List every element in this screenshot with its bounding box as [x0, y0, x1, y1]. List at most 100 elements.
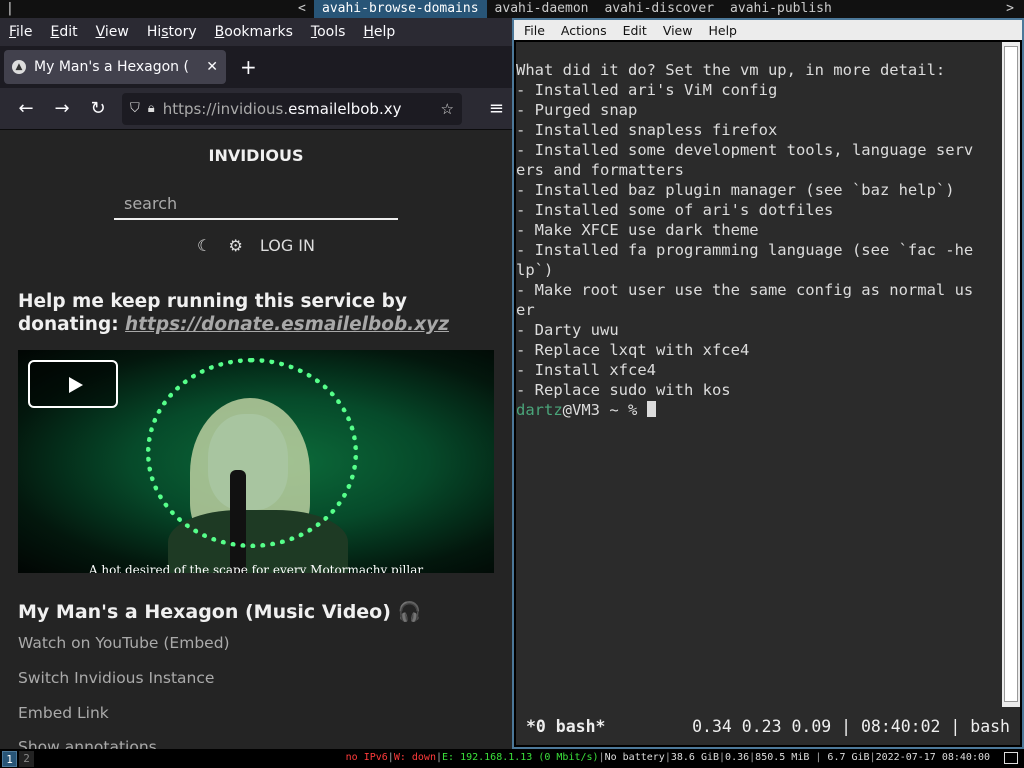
window-tab-avahi-publish[interactable]: avahi-publish [722, 0, 840, 18]
menu-edit[interactable]: Edit [50, 24, 77, 40]
terminal-scrollbar[interactable] [1002, 42, 1020, 707]
tabs-scroll-left-button[interactable]: < [298, 1, 306, 16]
terminal-line: - Darty uwu [516, 321, 619, 339]
terminal-line: - Installed baz plugin manager (see `baz… [516, 181, 955, 199]
workspace-2-button[interactable]: 2 [19, 750, 34, 767]
terminal-line: - Install xfce4 [516, 361, 656, 379]
tabs-scroll-right-button[interactable]: > [1006, 1, 1014, 16]
video-title: My Man's a Hexagon (Music Video) 🎧 [18, 601, 422, 623]
tmux-status-right: 0.34 0.23 0.09 | 08:40:02 | bash [692, 716, 1010, 736]
terminal-line: er [516, 301, 535, 319]
terminal-line: What did it do? Set the vm up, in more d… [516, 61, 946, 79]
hamburger-icon[interactable]: ≡ [489, 98, 504, 119]
gear-icon[interactable]: ⚙ [228, 236, 242, 255]
terminal-menu-help[interactable]: Help [708, 23, 737, 38]
menu-history[interactable]: History [147, 24, 197, 40]
video-caption: A hot desired of the scape for every Mot… [88, 563, 424, 573]
ipv6-status: no IPv6 [345, 752, 388, 763]
firefox-window: File Edit View History Bookmarks Tools H… [0, 18, 512, 749]
invidious-toolbar: ☾ ⚙ LOG IN [0, 236, 512, 255]
invidious-page: INVIDIOUS ☾ ⚙ LOG IN Help me keep runnin… [0, 130, 512, 749]
close-tab-icon[interactable]: ✕ [206, 59, 218, 75]
terminal-line: - Installed some development tools, lang… [516, 141, 974, 159]
new-tab-button[interactable]: + [240, 55, 257, 79]
invidious-logo[interactable]: INVIDIOUS [0, 146, 512, 165]
menu-file[interactable]: File [9, 24, 32, 40]
memory-total: 6.7 GiB [827, 752, 870, 763]
prompt-host: @VM3 ~ % [562, 401, 647, 419]
terminal-menu-file[interactable]: File [524, 23, 545, 38]
bottom-status-bar: 1 2 no IPv6|W: down|E: 192.168.1.13 (0 M… [0, 749, 1024, 768]
embed-link-item[interactable]: Embed Link [18, 704, 109, 722]
scrollbar-thumb[interactable] [1004, 46, 1018, 702]
donate-link[interactable]: https://donate.esmailelbob.xyz [125, 314, 449, 335]
top-bar: | < avahi-browse-domains avahi-daemon av… [0, 0, 1024, 18]
terminal-line: - Replace sudo with kos [516, 381, 731, 399]
url-text[interactable]: https://invidious.esmailelbob.xy [163, 100, 402, 118]
terminal-menu-actions[interactable]: Actions [561, 23, 607, 38]
terminal-line: - Installed snapless firefox [516, 121, 778, 139]
datetime-status: 2022-07-17 08:40:00 [875, 752, 990, 763]
moon-icon[interactable]: ☾ [197, 236, 211, 255]
menu-tools[interactable]: Tools [311, 24, 346, 40]
terminal-line: ers and formatters [516, 161, 684, 179]
firefox-tabbar: ▲ My Man's a Hexagon ( ✕ + [0, 46, 512, 88]
terminal-line: - Replace lxqt with xfce4 [516, 341, 750, 359]
workspace-1-button[interactable]: 1 [2, 750, 17, 767]
watch-on-youtube-link[interactable]: Watch on YouTube ( [18, 634, 169, 652]
video-player[interactable]: A hot desired of the scape for every Mot… [18, 350, 494, 573]
invidious-favicon-icon: ▲ [12, 60, 26, 74]
system-status-line: no IPv6|W: down|E: 192.168.1.13 (0 Mbit/… [345, 752, 990, 763]
tray-window-icon[interactable] [1004, 752, 1018, 764]
video-frame-light-ring [146, 358, 358, 548]
donate-banner: Help me keep running this service by don… [18, 291, 449, 335]
star-icon[interactable]: ☆ [441, 100, 454, 118]
play-button[interactable] [28, 360, 118, 408]
search-input[interactable] [114, 188, 398, 220]
firefox-navbar: ← → ↻ ⛉ 🔒︎ https://invidious.esmailelbob… [0, 88, 512, 130]
login-link[interactable]: LOG IN [260, 236, 315, 255]
window-tab-avahi-browse-domains[interactable]: avahi-browse-domains [314, 0, 487, 18]
browser-tab[interactable]: ▲ My Man's a Hexagon ( ✕ [4, 50, 226, 84]
terminal-line: - Installed ari's ViM config [516, 81, 778, 99]
shield-icon[interactable]: ⛉ [130, 101, 140, 116]
menu-view[interactable]: View [96, 24, 129, 40]
watch-on-youtube-row: Watch on YouTube (Embed) [18, 634, 230, 652]
window-tab-avahi-daemon[interactable]: avahi-daemon [487, 0, 597, 18]
arrow-right-icon[interactable]: → [44, 98, 80, 119]
terminal-menu-view[interactable]: View [663, 23, 693, 38]
headphones-icon: 🎧 [397, 601, 422, 623]
text-cursor-mark: | [6, 1, 14, 16]
window-tab-avahi-discover[interactable]: avahi-discover [596, 0, 722, 18]
reload-icon[interactable]: ↻ [80, 98, 116, 119]
terminal-line: - Make XFCE use dark theme [516, 221, 759, 239]
arrow-left-icon[interactable]: ← [8, 98, 44, 119]
terminal-line: lp`) [516, 261, 554, 279]
terminal-window: File Actions Edit View Help What did it … [512, 18, 1024, 749]
lock-icon[interactable]: 🔒︎ [148, 101, 155, 116]
disk-status: 38.6 GiB [670, 752, 720, 763]
terminal-menubar: File Actions Edit View Help [514, 20, 1022, 40]
terminal-line: - Installed some of ari's dotfiles [516, 201, 834, 219]
menu-bookmarks[interactable]: Bookmarks [215, 24, 293, 40]
terminal-prompt-line[interactable]: dartz@VM3 ~ % [516, 400, 1004, 420]
ethernet-status: E: 192.168.1.13 (0 Mbit/s) [442, 752, 599, 763]
menu-help[interactable]: Help [363, 24, 395, 40]
embed-link[interactable]: Embed [169, 634, 223, 652]
browser-tab-title: My Man's a Hexagon ( [34, 59, 189, 75]
battery-status: No battery [604, 752, 665, 763]
prompt-user: dartz [516, 401, 563, 419]
load-status: 0.36 [725, 752, 750, 763]
terminal-output[interactable]: What did it do? Set the vm up, in more d… [516, 42, 1004, 707]
terminal-menu-edit[interactable]: Edit [623, 23, 647, 38]
memory-used: 850.5 MiB [755, 752, 810, 763]
terminal-cursor [646, 401, 656, 417]
firefox-menubar: File Edit View History Bookmarks Tools H… [0, 18, 512, 46]
play-icon [69, 377, 83, 393]
switch-instance-link[interactable]: Switch Invidious Instance [18, 669, 214, 687]
window-tabs: avahi-browse-domains avahi-daemon avahi-… [314, 0, 840, 18]
show-annotations-link[interactable]: Show annotations [18, 738, 157, 749]
tmux-window-label[interactable]: *0 bash* [526, 717, 605, 736]
url-bar[interactable]: ⛉ 🔒︎ https://invidious.esmailelbob.xy ☆ [122, 92, 462, 125]
terminal-line: - Purged snap [516, 101, 638, 119]
